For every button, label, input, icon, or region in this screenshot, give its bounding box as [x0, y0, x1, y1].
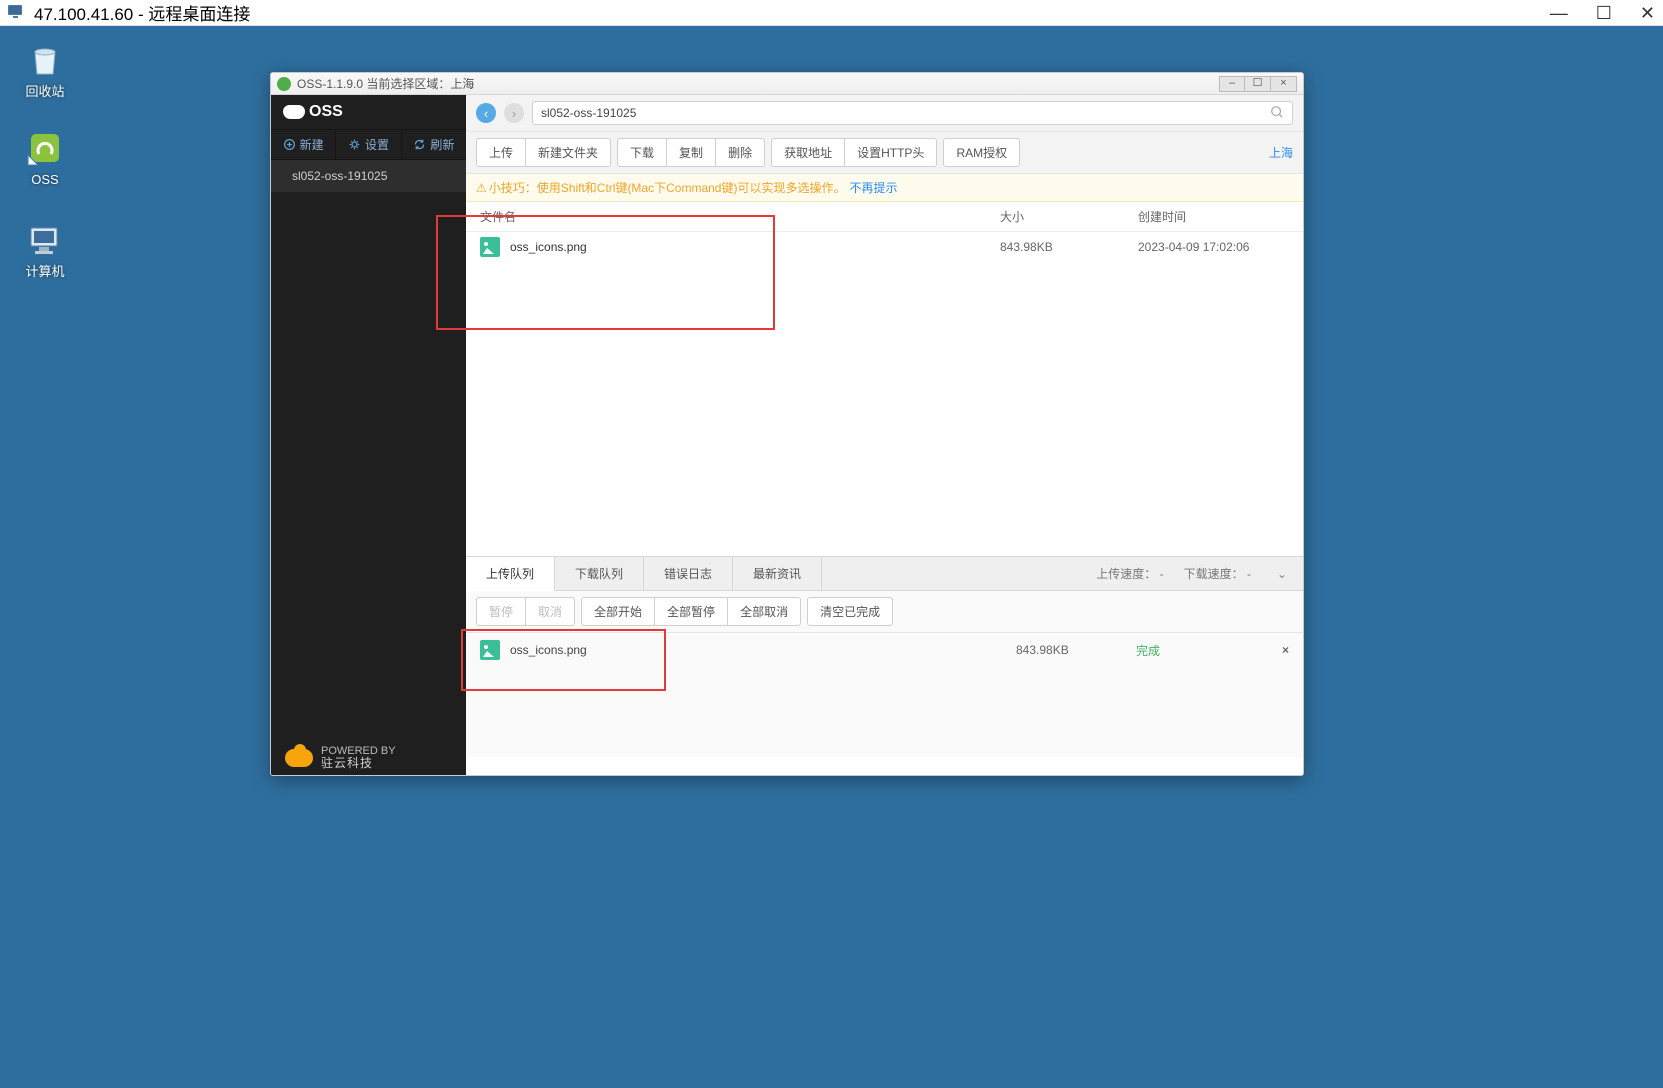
- menu-new[interactable]: 新建: [271, 130, 336, 159]
- tab-news[interactable]: 最新资讯: [733, 557, 822, 590]
- footer-company: 驻云科技: [321, 756, 373, 770]
- main-area: ‹ › sl052-oss-191025 上传 新建文件夹 下载 复制: [466, 95, 1303, 775]
- queue-row[interactable]: oss_icons.png 843.98KB 完成 ×: [466, 633, 1303, 667]
- rdp-title-bar: 47.100.41.60 - 远程桌面连接 — ☐ ✕: [0, 0, 1663, 26]
- ram-auth-button[interactable]: RAM授权: [943, 138, 1020, 167]
- gear-icon: [348, 138, 361, 151]
- up-speed-label: 上传速度：: [1096, 567, 1156, 581]
- down-speed-label: 下载速度：: [1184, 567, 1244, 581]
- new-folder-button[interactable]: 新建文件夹: [526, 138, 611, 167]
- queue-remove-button[interactable]: ×: [1236, 643, 1289, 657]
- menu-settings[interactable]: 设置: [336, 130, 401, 159]
- file-size: 843.98KB: [1000, 240, 1138, 254]
- menu-label: 设置: [365, 136, 389, 153]
- footer-cloud-icon: [285, 749, 313, 767]
- chevron-down-icon[interactable]: ⌄: [1271, 567, 1293, 581]
- col-time[interactable]: 创建时间: [1138, 208, 1289, 225]
- q-start-all-button[interactable]: 全部开始: [581, 597, 655, 626]
- desktop-icon-recycle-bin[interactable]: 回收站: [10, 40, 80, 100]
- path-value: sl052-oss-191025: [541, 106, 636, 120]
- plus-circle-icon: [283, 138, 296, 151]
- tip-bar: ⚠ 小技巧：使用Shift和Ctrl键(Mac下Command键)可以实现多选操…: [466, 174, 1303, 202]
- upload-button[interactable]: 上传: [476, 138, 526, 167]
- tip-dismiss-link[interactable]: 不再提示: [849, 179, 897, 196]
- sidebar: OSS 新建 设置 刷新 sl052-oss-191025: [271, 95, 466, 775]
- up-speed-value: -: [1160, 567, 1164, 581]
- region-link[interactable]: 上海: [1269, 144, 1293, 161]
- nav-forward-button[interactable]: ›: [504, 103, 524, 123]
- get-url-button[interactable]: 获取地址: [771, 138, 845, 167]
- oss-app-icon: [277, 77, 291, 91]
- refresh-icon: [413, 138, 426, 151]
- minimize-icon[interactable]: —: [1550, 4, 1568, 22]
- file-list: oss_icons.png 843.98KB 2023-04-09 17:02:…: [466, 232, 1303, 556]
- queue-file-size: 843.98KB: [1016, 643, 1136, 657]
- search-icon[interactable]: [1270, 105, 1284, 122]
- col-size[interactable]: 大小: [1000, 208, 1138, 225]
- file-name: oss_icons.png: [510, 240, 587, 254]
- download-button[interactable]: 下载: [617, 138, 667, 167]
- menu-label: 刷新: [430, 136, 454, 153]
- desktop-icon-label: OSS: [10, 172, 80, 188]
- path-input[interactable]: sl052-oss-191025: [532, 101, 1293, 125]
- sidebar-footer: POWERED BY 驻云科技: [271, 741, 466, 775]
- q-cancel-all-button[interactable]: 全部取消: [728, 597, 801, 626]
- copy-button[interactable]: 复制: [667, 138, 716, 167]
- file-row[interactable]: oss_icons.png 843.98KB 2023-04-09 17:02:…: [466, 232, 1303, 262]
- rdp-window-controls: — ☐ ✕: [1550, 4, 1655, 22]
- table-header: 文件名 大小 创建时间: [466, 202, 1303, 232]
- computer-icon: [25, 220, 65, 260]
- oss-shortcut-icon: [25, 128, 65, 168]
- q-clear-done-button[interactable]: 清空已完成: [807, 597, 893, 626]
- close-icon[interactable]: ✕: [1640, 4, 1655, 22]
- menu-label: 新建: [300, 136, 324, 153]
- menu-refresh[interactable]: 刷新: [402, 130, 466, 159]
- oss-window-controls: – ☐ ×: [1219, 76, 1297, 92]
- q-pause-all-button[interactable]: 全部暂停: [655, 597, 728, 626]
- brand-text: OSS: [309, 103, 343, 121]
- col-name[interactable]: 文件名: [480, 208, 1000, 225]
- desktop-icon-label: 计算机: [10, 264, 80, 280]
- tab-upload-queue[interactable]: 上传队列: [466, 557, 555, 591]
- nav-back-button[interactable]: ‹: [476, 103, 496, 123]
- queue-toolbar: 暂停 取消 全部开始 全部暂停 全部取消 清空已完成: [466, 591, 1303, 633]
- q-pause-button[interactable]: 暂停: [476, 597, 526, 626]
- desktop-icon-oss[interactable]: OSS: [10, 128, 80, 188]
- desktop-icon-computer[interactable]: 计算机: [10, 220, 80, 280]
- maximize-icon[interactable]: ☐: [1245, 76, 1271, 92]
- down-speed-value: -: [1247, 567, 1251, 581]
- desktop-icon-label: 回收站: [10, 84, 80, 100]
- rdp-icon: [8, 5, 28, 21]
- file-time: 2023-04-09 17:02:06: [1138, 240, 1289, 254]
- cloud-icon: [283, 105, 305, 119]
- sidebar-menu: 新建 设置 刷新: [271, 130, 466, 160]
- image-file-icon: [480, 640, 500, 660]
- recycle-bin-icon: [25, 40, 65, 80]
- rdp-title-text: 47.100.41.60 - 远程桌面连接: [34, 0, 250, 25]
- oss-window: OSS-1.1.9.0 当前选择区域：上海 – ☐ × OSS 新建 设置: [270, 72, 1304, 776]
- queue-file-name: oss_icons.png: [510, 643, 587, 657]
- minimize-icon[interactable]: –: [1219, 76, 1245, 92]
- toolbar: 上传 新建文件夹 下载 复制 删除 获取地址 设置HTTP头 RAM授权 上海: [466, 132, 1303, 174]
- queue-tabs: 上传队列 下载队列 错误日志 最新资讯 上传速度： - 下载速度： - ⌄: [466, 557, 1303, 591]
- sidebar-brand: OSS: [271, 95, 466, 130]
- tab-error-log[interactable]: 错误日志: [644, 557, 733, 590]
- speed-info: 上传速度： - 下载速度： - ⌄: [1096, 565, 1303, 582]
- delete-button[interactable]: 删除: [716, 138, 765, 167]
- warn-icon: ⚠: [476, 181, 487, 195]
- tip-text: 小技巧：使用Shift和Ctrl键(Mac下Command键)可以实现多选操作。: [489, 179, 846, 196]
- oss-title-text: OSS-1.1.9.0 当前选择区域：上海: [297, 75, 474, 92]
- q-cancel-button[interactable]: 取消: [526, 597, 575, 626]
- maximize-icon[interactable]: ☐: [1596, 4, 1612, 22]
- set-http-button[interactable]: 设置HTTP头: [845, 138, 937, 167]
- tab-download-queue[interactable]: 下载队列: [555, 557, 644, 590]
- sidebar-bucket-item[interactable]: sl052-oss-191025: [271, 160, 466, 192]
- queue-list: oss_icons.png 843.98KB 完成 ×: [466, 633, 1303, 757]
- oss-title-bar: OSS-1.1.9.0 当前选择区域：上海 – ☐ ×: [271, 73, 1303, 95]
- image-file-icon: [480, 237, 500, 257]
- bottom-panel: 上传队列 下载队列 错误日志 最新资讯 上传速度： - 下载速度： - ⌄ 暂停…: [466, 556, 1303, 757]
- close-icon[interactable]: ×: [1271, 76, 1297, 92]
- path-bar: ‹ › sl052-oss-191025: [466, 95, 1303, 132]
- queue-status: 完成: [1136, 642, 1236, 659]
